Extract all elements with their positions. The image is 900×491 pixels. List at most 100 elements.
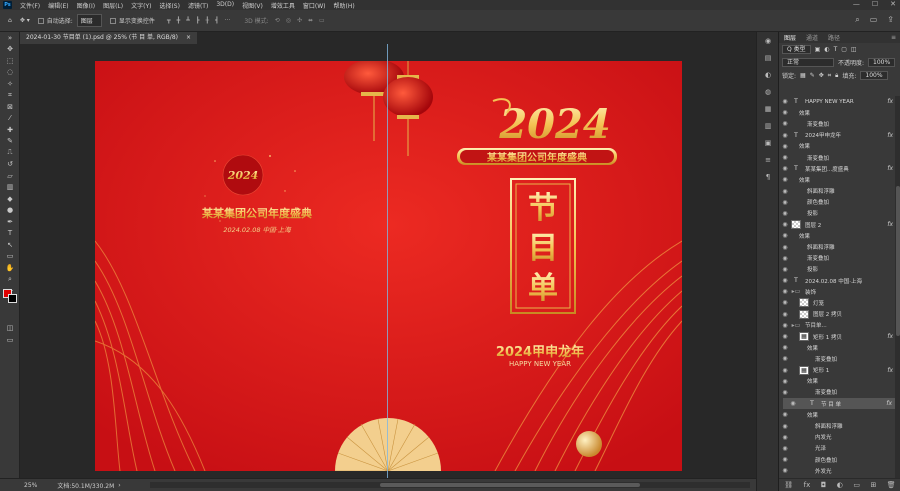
align-right-icon[interactable]: ┫ [215, 17, 219, 24]
layer-row[interactable]: ◉ T 2024甲申龙年 fx [779, 130, 895, 141]
auto-select-dropdown[interactable]: 图层 [76, 14, 102, 27]
menu-item[interactable]: 文件(F) [16, 1, 44, 10]
learn-icon[interactable]: ◉ [757, 32, 779, 49]
close-icon[interactable]: ✕ [890, 0, 896, 8]
visibility-eye-icon[interactable]: ◉ [779, 434, 791, 441]
layer-effect-row[interactable]: ◉ 颜色叠加 [779, 197, 895, 208]
align-middle-icon[interactable]: ╋ [176, 17, 180, 24]
workspace-icon[interactable]: ▭ [870, 15, 878, 25]
lock-all-icon[interactable]: 🔒︎ [835, 72, 838, 80]
layer-effect-row[interactable]: ◉ 效果 [779, 409, 895, 420]
layer-effect-row[interactable]: ◉ 斜面和浮雕 [779, 186, 895, 197]
visibility-eye-icon[interactable]: ◉ [779, 423, 791, 430]
collapse-icon[interactable]: » [0, 32, 20, 44]
visibility-eye-icon[interactable]: ◉ [779, 299, 791, 306]
zoom-level[interactable]: 25% [24, 482, 37, 489]
visibility-eye-icon[interactable]: ◉ [779, 311, 791, 318]
layer-row[interactable]: ◉ T 2024.02.08 中国·上海 [779, 275, 895, 286]
blend-mode-dropdown[interactable]: 正常 [782, 58, 834, 67]
eraser-tool-icon[interactable]: ▱ [0, 170, 20, 182]
show-transform-checkbox[interactable] [109, 17, 116, 24]
menu-item[interactable]: 编辑(E) [44, 1, 72, 10]
visibility-eye-icon[interactable]: ◉ [779, 445, 791, 452]
align-bottom-icon[interactable]: ┻ [186, 17, 190, 24]
layer-row[interactable]: ◉ 图层 2 拷贝 [779, 309, 895, 320]
layer-effect-row[interactable]: ◉ 效果 [779, 107, 895, 118]
menu-item[interactable]: 滤镜(T) [184, 1, 212, 10]
menu-item[interactable]: 文字(Y) [127, 1, 155, 10]
menu-item[interactable]: 3D(D) [212, 1, 238, 10]
color-icon[interactable]: ◍ [757, 83, 779, 100]
layer-effect-row[interactable]: ◉ 投影 [779, 208, 895, 219]
screen-mode-icon[interactable]: ▭ [0, 334, 20, 346]
menu-item[interactable]: 窗口(W) [299, 1, 330, 10]
document-canvas[interactable]: 2024 某某集团公司年度盛典 2024.02.08 中国·上海 2024 某某… [95, 61, 682, 471]
maximize-icon[interactable]: ☐ [872, 0, 878, 8]
swatches-icon[interactable]: ▦ [757, 100, 779, 117]
scale-icon[interactable]: ▭ [319, 17, 325, 24]
layer-effect-row[interactable]: ◉ 投影 [779, 264, 895, 275]
filter-text-icon[interactable]: T [834, 46, 838, 53]
visibility-eye-icon[interactable]: ◉ [779, 389, 791, 396]
pan-icon[interactable]: ✣ [297, 17, 302, 24]
visibility-eye-icon[interactable]: ◉ [779, 244, 791, 251]
link-layers-icon[interactable]: ⛓︎ [784, 481, 793, 489]
layer-filter-dropdown[interactable]: Q 类型 [782, 45, 811, 54]
visibility-eye-icon[interactable]: ◉ [779, 132, 791, 139]
visibility-eye-icon[interactable]: ◉ [779, 210, 791, 217]
shape-tool-icon[interactable]: ▭ [0, 251, 20, 263]
layer-effect-row[interactable]: ◉ 效果 [779, 342, 895, 353]
layer-effect-row[interactable]: ◉ 渐变叠加 [779, 118, 895, 129]
lasso-tool-icon[interactable]: ◌ [0, 67, 20, 79]
layer-effect-row[interactable]: ◉ 内发光 [779, 432, 895, 443]
frame-tool-icon[interactable]: ⊠ [0, 101, 20, 113]
roll-icon[interactable]: ◎ [286, 17, 291, 24]
guide-line[interactable] [387, 44, 388, 491]
layer-row[interactable]: ◉ ▦ 矩形 1 拷贝 fx [779, 331, 895, 342]
libraries-icon[interactable]: ▤ [757, 49, 779, 66]
orbit-icon[interactable]: ⟲ [275, 17, 280, 24]
zoom-tool-icon[interactable]: ⌕ [0, 274, 20, 286]
close-tab-icon[interactable]: × [186, 32, 191, 44]
effects-fx-icon[interactable]: fx [887, 98, 893, 105]
menu-item[interactable]: 选择(S) [155, 1, 184, 10]
layer-row[interactable]: ◉ T 节 目 单 fx [783, 398, 895, 410]
patterns-icon[interactable]: ▣ [757, 134, 779, 151]
paragraph-icon[interactable]: ¶ [757, 168, 779, 185]
layer-effect-row[interactable]: ◉ 效果 [779, 141, 895, 152]
filter-pixel-icon[interactable]: ▣ [815, 46, 821, 53]
canvas-area[interactable]: 2024 某某集团公司年度盛典 2024.02.08 中国·上海 2024 某某… [20, 44, 772, 478]
layer-row[interactable]: ◉ T 某某集团...度盛典 fx [779, 163, 895, 174]
filter-adjust-icon[interactable]: ◐ [824, 46, 829, 53]
search-icon[interactable]: ⌕ [855, 15, 859, 25]
panel-menu-icon[interactable]: ≡ [891, 34, 896, 41]
layer-row[interactable]: ◉ T HAPPY NEW YEAR fx [779, 96, 895, 107]
status-arrow-icon[interactable]: › [118, 482, 120, 489]
blur-tool-icon[interactable]: ◆ [0, 193, 20, 205]
align-left-icon[interactable]: ┣ [196, 17, 200, 24]
visibility-eye-icon[interactable]: ◉ [779, 467, 791, 474]
layer-effect-row[interactable]: ◉ 效果 [779, 230, 895, 241]
layer-effect-row[interactable]: ◉ 效果 [779, 376, 895, 387]
history-brush-icon[interactable]: ↺ [0, 159, 20, 171]
visibility-eye-icon[interactable]: ◉ [779, 322, 791, 329]
menu-item[interactable]: 图层(L) [99, 1, 127, 10]
visibility-eye-icon[interactable]: ◉ [779, 109, 791, 116]
visibility-eye-icon[interactable]: ◉ [779, 344, 791, 351]
lock-move-icon[interactable]: ✥ [819, 72, 824, 79]
crop-tool-icon[interactable]: ⌗ [0, 90, 20, 102]
align-top-icon[interactable]: ┳ [167, 17, 171, 24]
layer-effect-row[interactable]: ◉ 渐变叠加 [779, 253, 895, 264]
align-center-icon[interactable]: ╂ [205, 17, 209, 24]
visibility-eye-icon[interactable]: ◉ [779, 221, 791, 228]
visibility-eye-icon[interactable]: ◉ [779, 165, 791, 172]
tab-layers[interactable]: 图层 [779, 33, 801, 42]
new-group-icon[interactable]: ▭ [853, 481, 860, 489]
layer-effect-row[interactable]: ◉ 斜面和浮雕 [779, 241, 895, 252]
visibility-eye-icon[interactable]: ◉ [779, 154, 791, 161]
gradients-icon[interactable]: ▥ [757, 117, 779, 134]
new-adjustment-icon[interactable]: ◐ [837, 481, 843, 489]
visibility-eye-icon[interactable]: ◉ [779, 98, 791, 105]
background-color-swatch[interactable] [8, 294, 17, 303]
brush-tool-icon[interactable]: ✎ [0, 136, 20, 148]
